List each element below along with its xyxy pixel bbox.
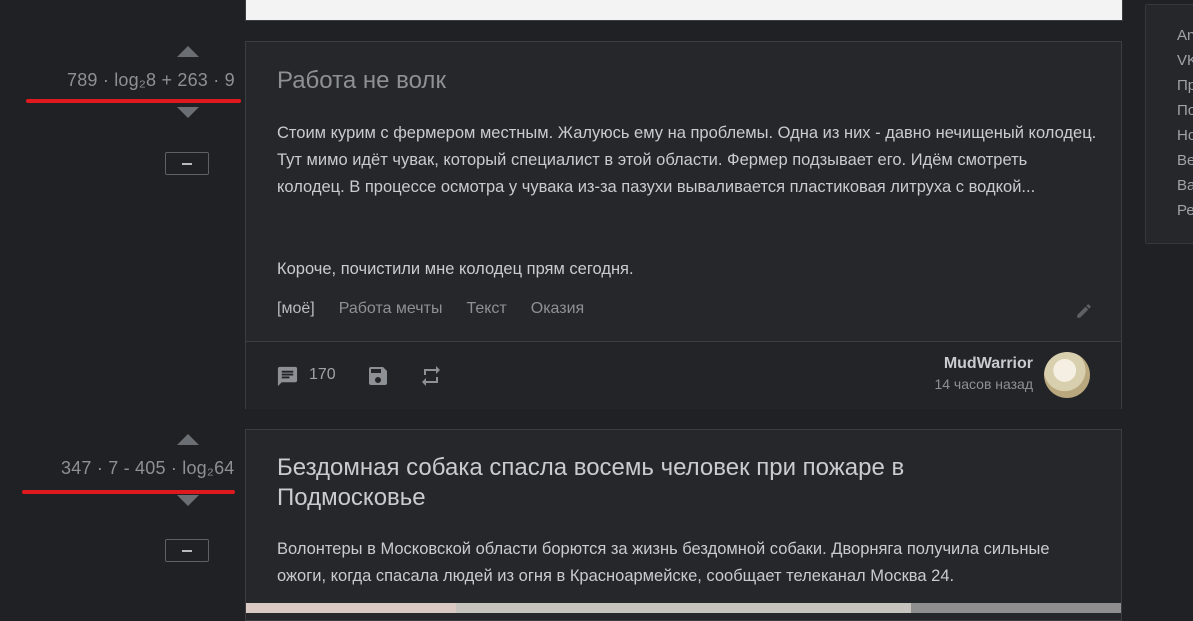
sidebar-item[interactable]: An: [1177, 27, 1193, 44]
save-icon[interactable]: [366, 364, 390, 393]
sidebar-item[interactable]: Но: [1177, 127, 1193, 144]
sidebar-item[interactable]: Ва: [1177, 177, 1193, 194]
post-rating: 789 · log₂8 + 263 · 9: [67, 70, 235, 90]
post-text: Стоим курим с фермером местным. Жалуюсь …: [277, 124, 1097, 196]
tag[interactable]: Текст: [466, 300, 506, 318]
sidebar-item[interactable]: Ве: [1177, 152, 1193, 169]
post-title[interactable]: Работа не волк: [277, 67, 446, 95]
author-name[interactable]: MudWarrior: [944, 355, 1033, 373]
post-card: Бездомная собака спасла восемь человек п…: [245, 429, 1122, 621]
post-tags: [моё] Работа мечты Текст Оказия: [277, 300, 584, 318]
post-rating: 347 · 7 - 405 · log₂64: [61, 458, 235, 478]
upvote-icon[interactable]: [177, 434, 199, 445]
avatar[interactable]: [1044, 352, 1090, 398]
previous-post-bottom: [245, 0, 1123, 21]
edit-icon[interactable]: [1075, 302, 1093, 325]
repost-icon[interactable]: [418, 364, 444, 393]
hide-post-button[interactable]: [165, 152, 209, 175]
sidebar-item[interactable]: VK: [1177, 52, 1193, 69]
upvote-icon[interactable]: [177, 46, 199, 57]
red-underline: [26, 99, 241, 103]
downvote-icon[interactable]: [177, 495, 199, 506]
red-underline: [22, 490, 235, 494]
post-text: Волонтеры в Московской области борются з…: [277, 540, 1050, 585]
comment-icon[interactable]: [276, 365, 299, 393]
hide-post-button[interactable]: [165, 539, 209, 562]
post-title[interactable]: Бездомная собака спасла восемь человек п…: [277, 453, 1037, 513]
sidebar-menu: An VK Пр По Но Ве Ва Ре: [1145, 4, 1193, 244]
comments-count[interactable]: 170: [309, 366, 336, 384]
post-card: Работа не волк Стоим курим с фермером ме…: [245, 41, 1122, 409]
post-time: 14 часов назад: [934, 376, 1033, 392]
post-footer: 170 MudWarrior 14 часов назад: [246, 341, 1121, 409]
tag[interactable]: [моё]: [277, 300, 315, 318]
downvote-icon[interactable]: [177, 107, 199, 118]
tag[interactable]: Оказия: [531, 300, 584, 318]
tag[interactable]: Работа мечты: [339, 300, 443, 318]
sidebar-item[interactable]: Ре: [1177, 202, 1193, 219]
sidebar-item[interactable]: Пр: [1177, 77, 1193, 94]
sidebar-item[interactable]: По: [1177, 102, 1193, 119]
post-text: Короче, почистили мне колодец прям сегод…: [277, 260, 634, 278]
